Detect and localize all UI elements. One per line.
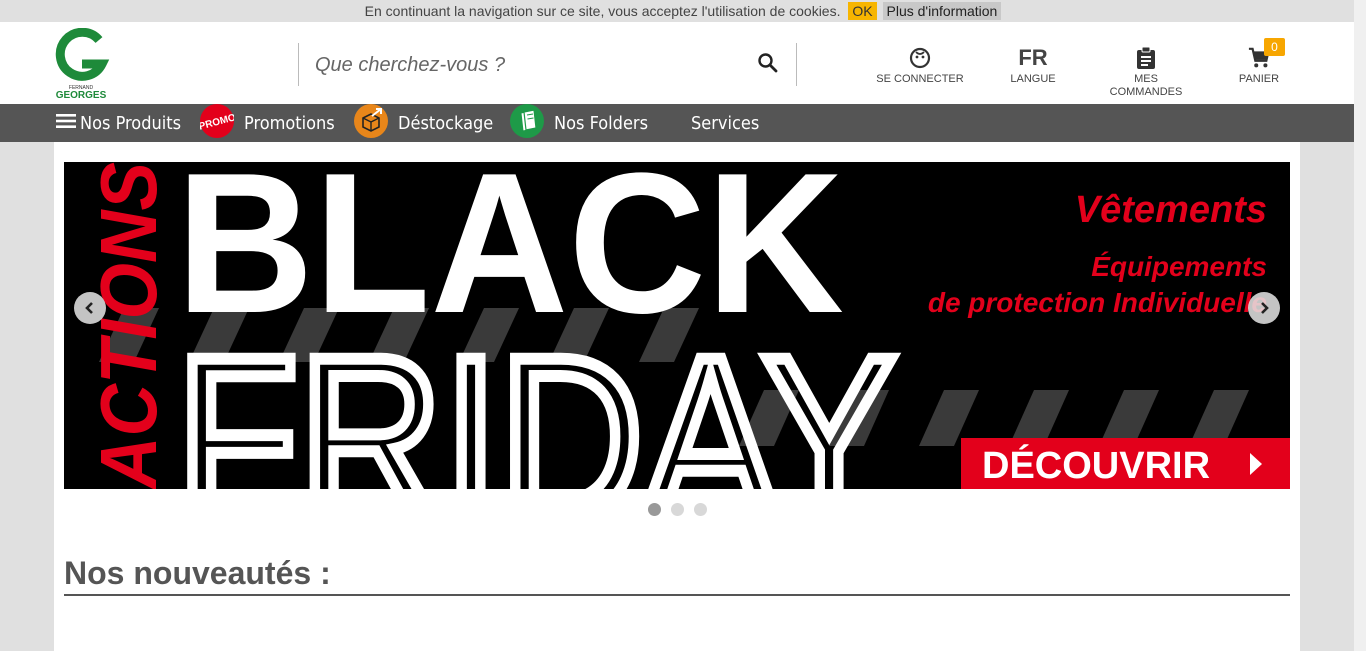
carousel-dot-2[interactable]	[670, 503, 684, 516]
face-icon	[875, 46, 965, 70]
page-scrollbar[interactable]	[1354, 0, 1366, 651]
nav-destock-label: Déstockage	[398, 112, 494, 134]
hero-banner[interactable]: ACTIONS BLACK FRIDAY Vêtements Équipemen…	[64, 162, 1290, 489]
carousel-dot-3[interactable]	[693, 503, 707, 516]
cookie-bar: En continuant la navigation sur ce site,…	[0, 0, 1366, 22]
banner-cta-button[interactable]: DÉCOUVRIR	[961, 438, 1290, 489]
login-label: SE CONNECTER	[876, 73, 964, 85]
nav-promotions-label: Promotions	[244, 112, 335, 134]
cart-count-badge: 0	[1264, 38, 1285, 56]
nav-services[interactable]: Services	[691, 104, 759, 142]
carousel-prev-button[interactable]	[74, 292, 106, 324]
logo-line2: GEORGES	[56, 90, 107, 100]
carousel-indicators	[54, 503, 1300, 516]
cart-button[interactable]: PANIER	[1214, 46, 1304, 86]
orders-label-line2: COMMANDES	[1109, 86, 1183, 98]
logo-mark: FERNAND GEORGES	[56, 27, 110, 101]
cookie-more-info-link[interactable]: Plus d'information	[882, 2, 1002, 20]
orders-button[interactable]: MES COMMANDES	[1101, 46, 1191, 99]
banner-line2: FRIDAY	[176, 309, 896, 489]
site-header: FERNAND GEORGES SE CONNECTER FR LANGUE M…	[0, 22, 1354, 104]
banner-side-text: ACTIONS	[84, 162, 173, 489]
site-logo[interactable]: FERNAND GEORGES	[52, 27, 110, 101]
chevron-left-icon	[85, 302, 93, 314]
search-input[interactable]	[315, 51, 735, 79]
nav-folders-label: Nos Folders	[554, 112, 649, 134]
language-label: LANGUE	[1010, 73, 1056, 85]
promo-icon: PROMO	[198, 103, 237, 143]
cart-icon	[1214, 46, 1304, 70]
cookie-message: En continuant la navigation sur ce site,…	[364, 3, 841, 19]
folder-icon	[510, 103, 544, 143]
clipboard-icon	[1101, 46, 1191, 70]
language-selector[interactable]: FR LANGUE	[988, 46, 1078, 86]
box-icon	[354, 103, 388, 143]
main-content: ACTIONS BLACK FRIDAY Vêtements Équipemen…	[54, 142, 1300, 651]
orders-label-line1: MES	[1134, 73, 1158, 85]
carousel-dot-1[interactable]	[647, 503, 661, 516]
cookie-ok-button[interactable]: OK	[848, 2, 877, 20]
orders-label: MES COMMANDES	[1101, 73, 1191, 99]
nav-promotions[interactable]: PROMO Promotions	[198, 103, 335, 143]
nav-products-label: Nos Produits	[80, 112, 182, 134]
menu-icon	[56, 113, 76, 134]
nav-services-label: Services	[691, 112, 760, 134]
banner-category-1: Vêtements	[1075, 189, 1267, 231]
search-box	[298, 43, 797, 86]
carousel-next-button[interactable]	[1248, 292, 1280, 324]
search-icon[interactable]	[756, 51, 780, 75]
main-nav: Nos Produits PROMO Promotions Déstockage…	[0, 103, 1354, 143]
banner-category-3: de protection Individuelle	[928, 287, 1267, 318]
login-button[interactable]: SE CONNECTER	[875, 46, 965, 86]
nav-products[interactable]: Nos Produits	[56, 104, 181, 142]
banner-cta-label: DÉCOUVRIR	[982, 443, 1210, 487]
nav-destock[interactable]: Déstockage	[354, 103, 494, 143]
nav-folders[interactable]: Nos Folders	[510, 103, 649, 143]
language-code: FR	[1018, 45, 1048, 70]
chevron-right-icon	[1261, 302, 1269, 314]
black-friday-artwork: ACTIONS BLACK FRIDAY Vêtements Équipemen…	[64, 162, 1290, 489]
section-title: Nos nouveautés :	[64, 551, 1290, 596]
banner-category-2: Équipements	[1091, 251, 1267, 282]
cart-label: PANIER	[1238, 73, 1280, 85]
